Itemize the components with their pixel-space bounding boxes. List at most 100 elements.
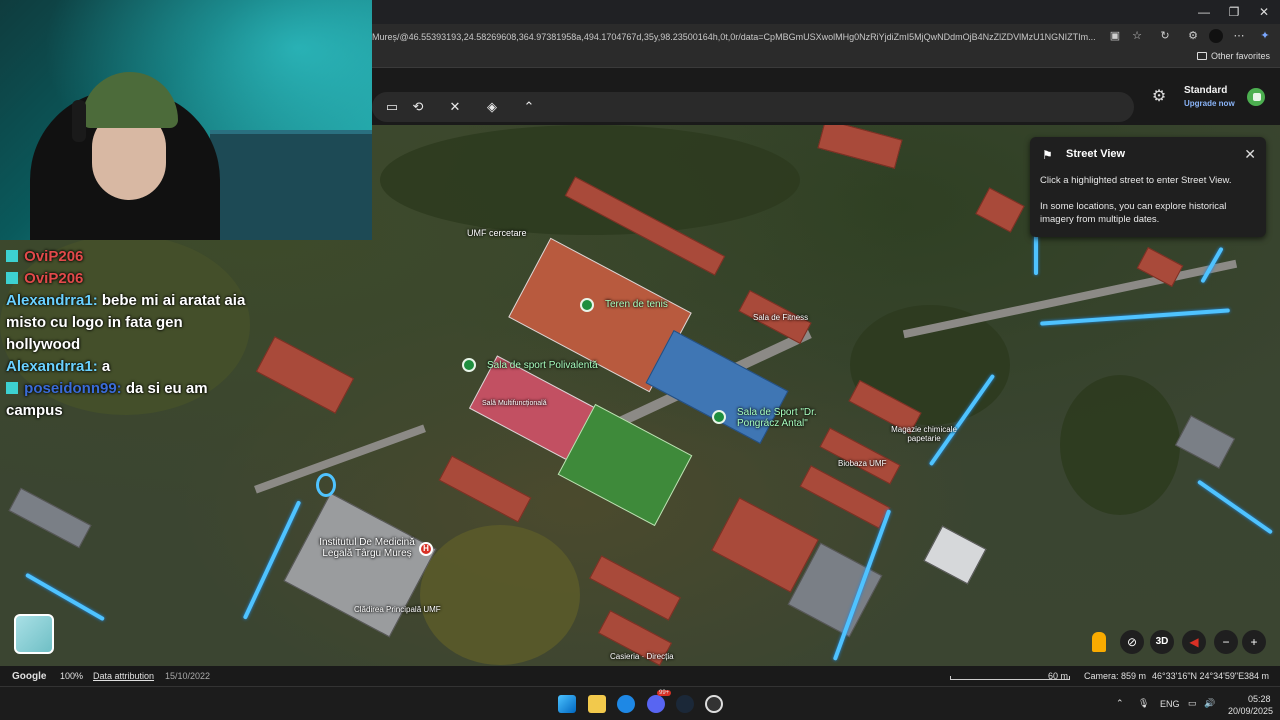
compass-reset-icon[interactable]: ⊘ xyxy=(1120,630,1144,654)
edge-browser-icon[interactable] xyxy=(617,695,635,713)
chat-badge-icon xyxy=(6,382,18,394)
history-icon[interactable]: ⟲ xyxy=(410,99,426,115)
ruler-icon[interactable]: ▭ xyxy=(384,99,400,115)
street-view-path[interactable] xyxy=(1040,308,1230,326)
map-status-bar: Google 100% Data attribution 15/10/2022 … xyxy=(0,666,1280,686)
chat-username: Alexandrra1: xyxy=(6,292,98,309)
screen: — ❐ ✕ Mureș/@46.55393193,24.58269608,364… xyxy=(0,0,1280,720)
clock-date[interactable]: 20/09/2025 xyxy=(1228,706,1273,716)
road xyxy=(254,424,426,494)
label-sala-polivalenta[interactable]: Sala de sport Polivalentă xyxy=(487,360,598,371)
close-icon[interactable]: ✕ xyxy=(1244,146,1256,163)
street-view-marker[interactable] xyxy=(316,473,336,497)
account-avatar[interactable] xyxy=(1245,86,1267,108)
forest-area xyxy=(380,125,800,235)
compass-icon[interactable]: ◀ xyxy=(1182,630,1206,654)
start-menu-icon[interactable] xyxy=(558,695,576,713)
street-view-desc-1: Click a highlighted street to enter Stre… xyxy=(1040,175,1232,186)
plan-label: Standard xyxy=(1184,85,1228,96)
upgrade-link[interactable]: Upgrade now xyxy=(1184,99,1235,108)
chat-username: poseidonn99: xyxy=(24,380,122,397)
chevron-up-icon[interactable]: ⌃ xyxy=(521,99,537,115)
layers-icon[interactable]: ◈ xyxy=(484,99,500,115)
building xyxy=(438,455,532,523)
chat-message: OviP206 xyxy=(0,246,250,268)
chat-username: Alexandrra1: xyxy=(6,358,98,375)
windows-taskbar: 99+ ⌃ 🎙 ENG ▭ 🔊 05:28 20/09/2025 xyxy=(0,686,1280,720)
building xyxy=(817,125,903,169)
building xyxy=(8,487,92,549)
chat-message: Alexandrra1: a xyxy=(0,356,250,378)
label-umf-cercetare[interactable]: UMF cercetare xyxy=(467,228,527,238)
maximize-button[interactable]: ❐ xyxy=(1220,4,1248,20)
chevron-up-icon[interactable]: ⌃ xyxy=(1116,698,1124,709)
building xyxy=(923,525,987,585)
label-biobaza[interactable]: Biobaza UMF xyxy=(838,459,886,468)
imagery-date: 15/10/2022 xyxy=(165,671,211,681)
extensions-icon[interactable]: ⚙ xyxy=(1186,29,1200,43)
refresh-icon[interactable]: ↻ xyxy=(1158,29,1172,43)
chat-badge-icon xyxy=(6,272,18,284)
file-explorer-icon[interactable] xyxy=(588,695,606,713)
other-favorites-label: Other favorites xyxy=(1210,51,1270,61)
street-view-title: Street View xyxy=(1066,148,1126,160)
road xyxy=(902,259,1238,339)
label-magazie[interactable]: Magazie chimicale papetarie xyxy=(884,425,964,443)
chat-message: poseidonn99: da si eu am campus xyxy=(0,378,250,422)
pegman-icon[interactable] xyxy=(1092,632,1106,652)
street-view-path[interactable] xyxy=(1034,235,1038,275)
data-attribution-link[interactable]: Data attribution xyxy=(93,671,154,681)
chat-message: OviP206 xyxy=(0,268,250,290)
obs-icon[interactable] xyxy=(705,695,723,713)
label-sala-multifunctionala[interactable]: Sală Multifuncțională xyxy=(482,400,547,407)
scale-bar xyxy=(950,676,1070,680)
webcam-bed xyxy=(210,130,372,240)
label-cladirea[interactable]: Clădirea Principală UMF xyxy=(354,605,441,614)
discord-icon[interactable] xyxy=(647,695,665,713)
profile-icon[interactable] xyxy=(1209,29,1223,43)
sports-hall-pin-icon[interactable] xyxy=(712,410,726,424)
elevation: 384 m xyxy=(1244,671,1270,681)
label-casieria[interactable]: Casieria · Direcția xyxy=(610,652,674,661)
building xyxy=(975,187,1025,233)
chat-text: a xyxy=(97,358,111,375)
building xyxy=(255,336,355,414)
network-icon[interactable]: ▭ xyxy=(1188,698,1197,709)
clock-time[interactable]: 05:28 xyxy=(1248,694,1271,704)
discord-badge: 99+ xyxy=(657,690,672,696)
microphone-icon[interactable]: 🎙 xyxy=(1138,698,1149,709)
tennis-pin-icon[interactable] xyxy=(580,298,594,312)
language-indicator[interactable]: ENG xyxy=(1160,699,1180,709)
zoom-out-button[interactable]: − xyxy=(1214,630,1238,654)
stream-chat: OviP206 OviP206 Alexandrra1: bebe mi ai … xyxy=(0,246,250,422)
label-teren-tenis[interactable]: Teren de tenis xyxy=(605,299,668,310)
street-view-path[interactable] xyxy=(242,500,302,620)
google-logo: Google xyxy=(12,671,47,682)
copilot-icon[interactable]: ✦ xyxy=(1258,29,1272,43)
close-window-button[interactable]: ✕ xyxy=(1250,4,1278,20)
minimize-button[interactable]: — xyxy=(1190,4,1218,20)
label-sala-pongracz[interactable]: Sala de Sport "Dr. Pongrácz Antal" xyxy=(737,407,827,429)
label-sala-fitness[interactable]: Sala de Fitness xyxy=(753,313,808,322)
chat-username: OviP206 xyxy=(24,248,84,265)
app-available-icon[interactable]: ▣ xyxy=(1108,29,1122,43)
more-menu-icon[interactable]: ⋯ xyxy=(1232,29,1246,43)
other-favorites[interactable]: Other favorites xyxy=(1196,51,1270,61)
building xyxy=(1174,415,1236,469)
street-view-desc-2: In some locations, you can explore histo… xyxy=(1040,201,1227,225)
settings-gear-icon[interactable]: ⚙ xyxy=(1150,88,1168,106)
favorite-star-icon[interactable]: ☆ xyxy=(1130,29,1144,43)
label-institut[interactable]: Institutul De Medicină Legală Târgu Mure… xyxy=(312,537,422,559)
toggle-3d-button[interactable]: 3D xyxy=(1150,630,1174,654)
earth-toolbar: ▭ ⟲ ✕ ◈ ⌃ xyxy=(372,92,1134,122)
webcam-headphones xyxy=(72,100,86,142)
steam-icon[interactable] xyxy=(676,695,694,713)
street-view-path[interactable] xyxy=(1196,479,1274,535)
zoom-in-button[interactable]: + xyxy=(1242,630,1266,654)
map-style-button[interactable] xyxy=(14,614,54,654)
sports-hall-pin-icon[interactable] xyxy=(462,358,476,372)
url-field[interactable]: Mureș/@46.55393193,24.58269608,364.97381… xyxy=(372,28,1100,46)
volume-icon[interactable]: 🔊 xyxy=(1204,698,1215,709)
chat-username: OviP206 xyxy=(24,270,84,287)
measure-icon[interactable]: ✕ xyxy=(447,99,463,115)
